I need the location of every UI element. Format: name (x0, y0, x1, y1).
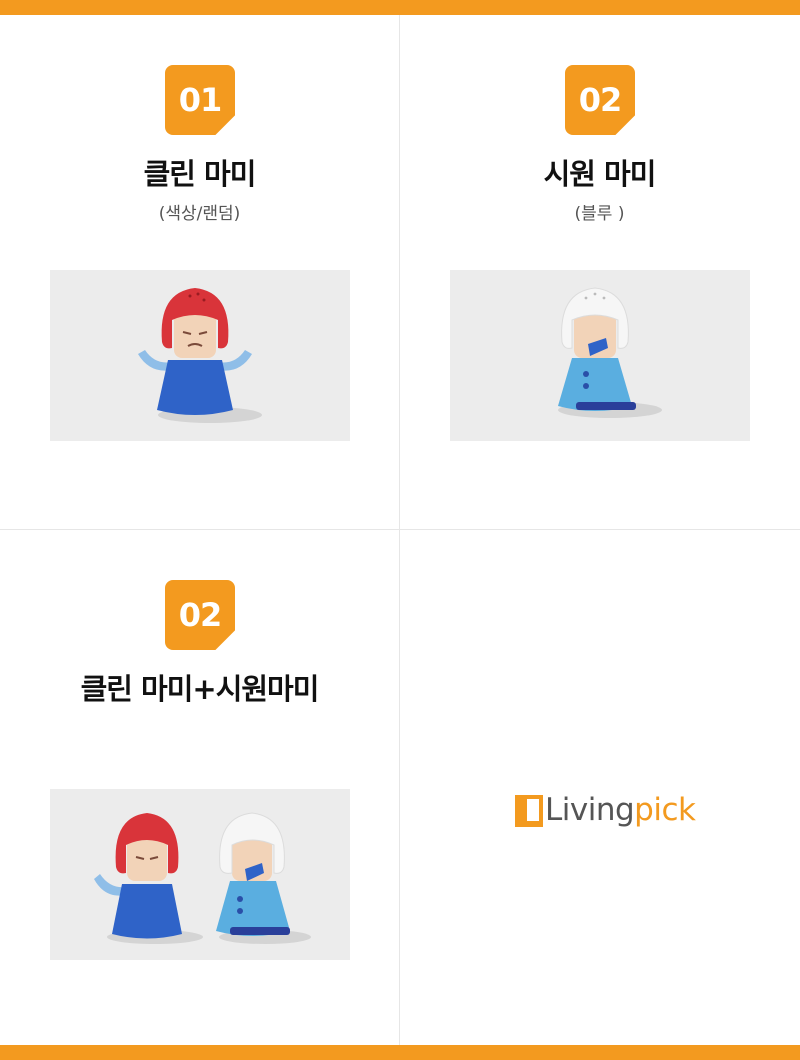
product-photo (450, 270, 750, 441)
option-title: 클린 마미+시원마미 (80, 672, 320, 706)
red-and-blue-mama-figures (94, 812, 311, 944)
red-mama-figure (138, 288, 262, 423)
option-title: 시원 마미 (543, 157, 657, 191)
option-subtitle: (블루 ) (574, 204, 625, 224)
option-card-3: 02 클린 마미+시원마미 (0, 530, 399, 1045)
product-photo (50, 789, 350, 960)
option-card-1: 01 클린 마미 (색상/랜덤) (0, 15, 399, 530)
brand-logo-card: Livingpick (400, 530, 799, 1045)
logo-l-mark-icon (515, 795, 543, 827)
logo-text-main: Living (545, 792, 635, 828)
livingpick-logo: Livingpick (515, 777, 696, 827)
option-number-badge: 02 (565, 65, 635, 135)
option-subtitle: (색상/랜덤) (158, 204, 241, 224)
option-number-badge: 02 (165, 580, 235, 650)
product-option-grid: 01 클린 마미 (색상/랜덤) 02 시원 마미 (블루 ) 02 클린 마미… (0, 15, 800, 1045)
top-accent-bar (0, 0, 800, 15)
blue-mama-figure (558, 287, 662, 418)
logo-wordmark: Livingpick (545, 792, 696, 828)
option-card-2: 02 시원 마미 (블루 ) (400, 15, 799, 530)
option-number-badge: 01 (165, 65, 235, 135)
bottom-accent-bar (0, 1045, 800, 1060)
logo-text-accent: pick (634, 792, 696, 828)
option-title: 클린 마미 (143, 157, 257, 191)
product-photo (50, 270, 350, 441)
